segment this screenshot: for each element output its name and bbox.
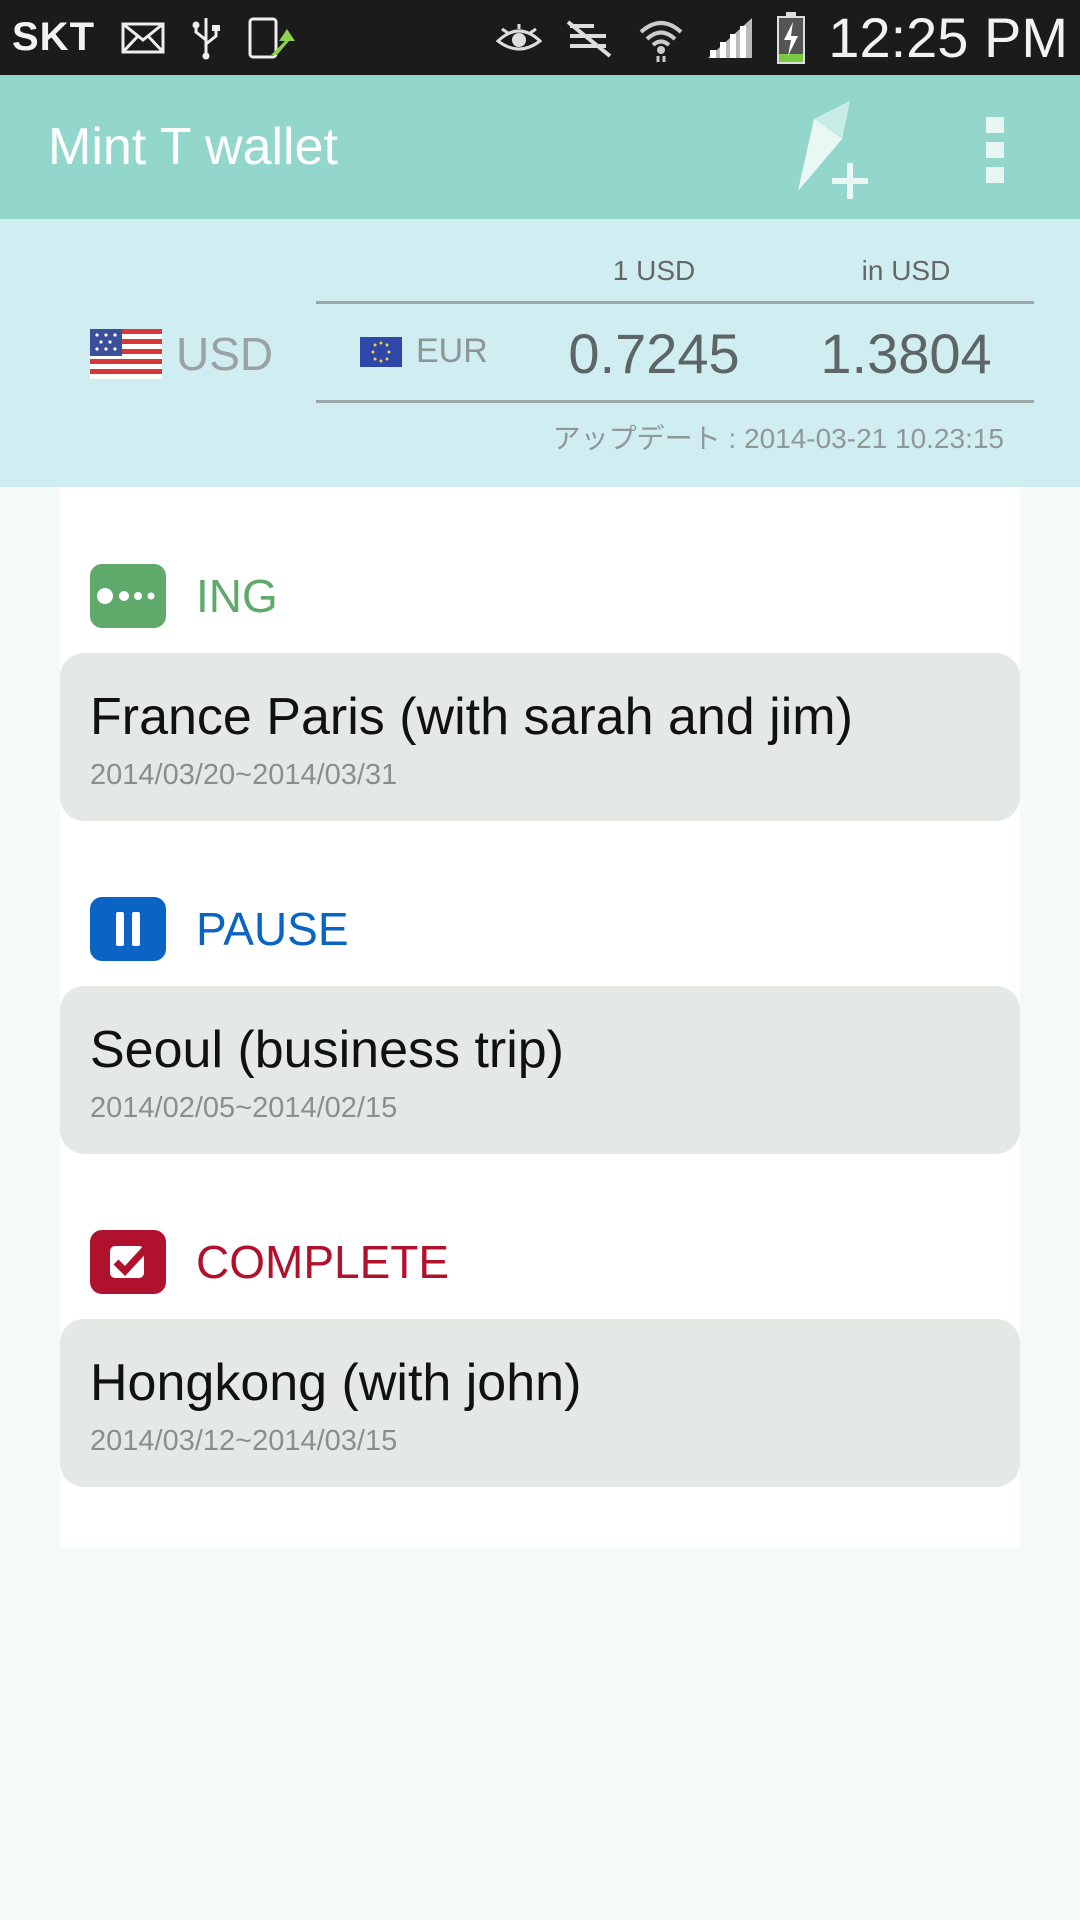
trip-item[interactable]: France Paris (with sarah and jim) 2014/0… [60, 653, 1020, 821]
base-currency-label: USD [176, 328, 274, 380]
divider [316, 301, 1034, 304]
trip-item[interactable]: Seoul (business trip) 2014/02/05~2014/02… [60, 986, 1020, 1154]
pause-icon [90, 897, 166, 961]
eu-flag-icon [360, 336, 402, 367]
divider [316, 400, 1034, 403]
wifi-icon [638, 14, 684, 62]
trip-item[interactable]: Hongkong (with john) 2014/03/12~2014/03/… [60, 1319, 1020, 1487]
group-header-ing: ING [90, 564, 278, 628]
group-label: ING [196, 570, 278, 622]
add-trip-button[interactable] [780, 95, 890, 205]
trip-name: France Paris (with sarah and jim) [90, 688, 853, 746]
check-icon [90, 1230, 166, 1294]
mute-icon [564, 18, 616, 58]
trip-list: ING France Paris (with sarah and jim) 20… [60, 487, 1020, 1547]
overflow-menu-icon [986, 117, 1004, 183]
base-currency-selector[interactable]: USD [90, 327, 273, 381]
trip-dates: 2014/02/05~2014/02/15 [90, 1092, 398, 1124]
clock: 12:25 PM [828, 6, 1068, 69]
usb-icon [191, 16, 221, 60]
col-header-per-base: 1 USD [612, 255, 696, 286]
col-header-in-base: in USD [861, 255, 951, 286]
currency-panel: 1 USD in USD USD EUR 0.7245 1.3804 アップデー… [0, 219, 1080, 487]
add-trip-icon [798, 101, 868, 199]
status-bar: SKT 12:25 PM [0, 0, 1080, 75]
battery-charging-icon [776, 11, 806, 64]
group-label: COMPLETE [196, 1236, 450, 1288]
app-bar: Mint T wallet [0, 75, 1080, 219]
rate-in-base: 1.3804 [820, 322, 992, 385]
target-currency-selector[interactable]: EUR [360, 332, 488, 371]
group-header-pause: PAUSE [90, 897, 349, 961]
rate-per-base: 0.7245 [568, 322, 740, 385]
update-timestamp: アップデート : 2014-03-21 10.23:15 [552, 423, 1004, 454]
eye-icon [496, 23, 543, 53]
install-update-icon [247, 15, 295, 61]
carrier-label: SKT [12, 15, 95, 59]
trip-name: Hongkong (with john) [90, 1354, 582, 1412]
trip-name: Seoul (business trip) [90, 1021, 564, 1079]
group-label: PAUSE [196, 903, 349, 955]
in-progress-icon [90, 564, 166, 628]
signal-icon [706, 16, 754, 60]
trip-dates: 2014/03/20~2014/03/31 [90, 759, 398, 791]
app-title: Mint T wallet [48, 118, 338, 176]
mail-icon [121, 22, 165, 54]
trip-dates: 2014/03/12~2014/03/15 [90, 1425, 398, 1457]
group-header-complete: COMPLETE [90, 1230, 449, 1294]
overflow-menu-button[interactable] [965, 95, 1025, 205]
us-flag-icon [90, 329, 162, 379]
target-currency-label: EUR [416, 332, 488, 370]
